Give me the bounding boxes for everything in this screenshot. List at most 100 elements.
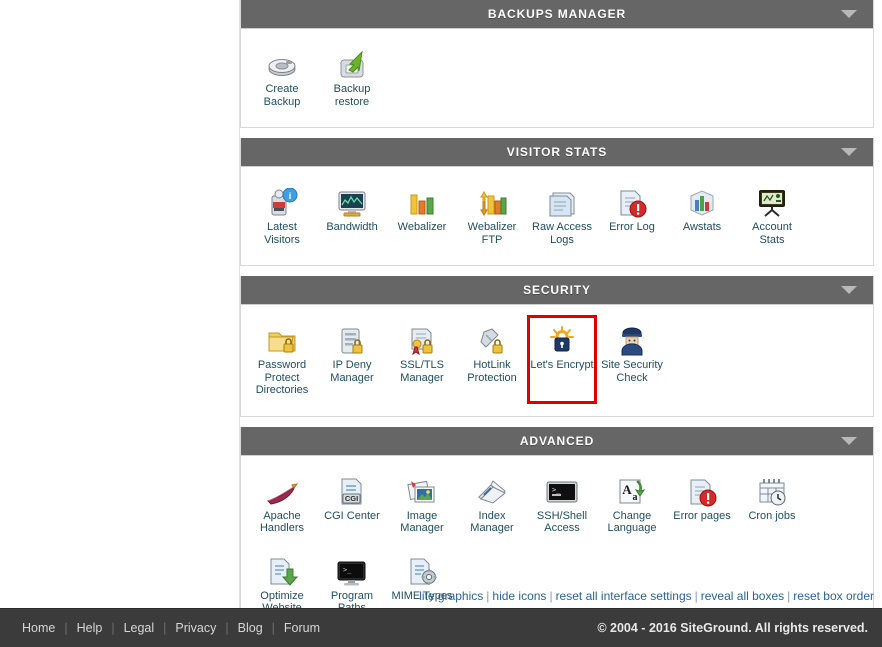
section-body: Create Backup Backup restore xyxy=(241,29,873,127)
server-lock-icon xyxy=(334,322,370,356)
panel-item-label: Let's Encrypt xyxy=(530,359,594,371)
open-book-icon xyxy=(474,473,510,507)
panel-item[interactable]: i Latest Visitors xyxy=(247,177,317,253)
footer-link[interactable]: Blog xyxy=(238,621,263,635)
panel-item-label: Error Log xyxy=(609,221,655,233)
folder-lock-icon xyxy=(264,322,300,356)
footer-link[interactable]: Help xyxy=(77,621,103,635)
panel-item[interactable]: Index Manager xyxy=(457,466,527,542)
control-panel-page: BACKUPS MANAGER Create Backup Backup res… xyxy=(0,0,882,635)
svg-text:i: i xyxy=(289,191,292,201)
padlock-sun-icon xyxy=(544,322,580,356)
panel-item[interactable]: Error pages xyxy=(667,466,737,542)
interface-link[interactable]: reset all interface settings xyxy=(556,589,692,603)
bar-chart-transfer-icon xyxy=(474,184,510,218)
panel-item[interactable]: Account Stats xyxy=(737,177,807,253)
panel-item[interactable]: Site Security Check xyxy=(597,315,667,404)
footer-link[interactable]: Privacy xyxy=(175,621,216,635)
panel-item[interactable]: SSL/TLS Manager xyxy=(387,315,457,404)
panel-item[interactable]: Image Manager xyxy=(387,466,457,542)
panel-item[interactable]: Bandwidth xyxy=(317,177,387,253)
section-header[interactable]: SECURITY xyxy=(241,276,873,305)
panel-item[interactable]: CGI CGI Center xyxy=(317,466,387,542)
panel-item-label: Image Manager xyxy=(400,509,444,535)
interface-link[interactable]: hide icons xyxy=(492,589,546,603)
footer-separator: | xyxy=(111,621,115,635)
panel-item-label: Change Language xyxy=(607,509,657,535)
panel-item-label: Backup restore xyxy=(333,83,371,108)
document-error-icon xyxy=(684,473,720,507)
interface-link[interactable]: reveal all boxes xyxy=(701,589,784,603)
panel-item[interactable]: Let's Encrypt xyxy=(527,315,597,404)
panel-item-label: Bandwidth xyxy=(326,221,378,233)
panel-item-label: Raw Access Logs xyxy=(532,221,592,246)
panel-item-label: Awstats xyxy=(682,221,722,233)
panel-item-label: CGI Center xyxy=(324,509,380,522)
interface-link[interactable]: reset box order xyxy=(793,589,874,603)
chevron-down-icon[interactable] xyxy=(841,10,857,18)
panel-item-label: Site Security Check xyxy=(601,359,663,384)
section-header[interactable]: VISITOR STATS xyxy=(241,138,873,167)
panel-item[interactable]: Webalizer xyxy=(387,177,457,253)
footer-link[interactable]: Legal xyxy=(124,621,155,635)
section-header[interactable]: ADVANCED xyxy=(241,426,873,456)
panel-item-label: Error pages xyxy=(673,509,731,522)
chevron-down-icon[interactable] xyxy=(841,148,857,156)
chevron-down-icon[interactable] xyxy=(841,436,857,445)
terminal-icon: >_ xyxy=(544,473,580,507)
panel-item[interactable]: A a Change Language xyxy=(597,466,667,542)
panel-item-label: Index Manager xyxy=(470,509,514,535)
footer-separator: | xyxy=(225,621,229,635)
panel-item[interactable]: >_ SSH/Shell Access xyxy=(527,466,597,542)
panel-item[interactable]: Backup restore xyxy=(317,39,387,115)
panel-item[interactable]: IP Deny Manager xyxy=(317,315,387,404)
panel-item-label: Account Stats xyxy=(752,221,792,246)
panel-item[interactable]: Raw Access Logs xyxy=(527,177,597,253)
footer-link[interactable]: Forum xyxy=(284,621,320,635)
presentation-board-icon xyxy=(754,184,790,218)
panel-item-label: Create Backup xyxy=(263,83,301,108)
section-title: BACKUPS MANAGER xyxy=(487,7,627,21)
police-officer-icon xyxy=(614,322,650,356)
bandwidth-monitor-icon xyxy=(334,184,370,218)
document-error-icon xyxy=(614,184,650,218)
footer-link[interactable]: Home xyxy=(22,621,55,635)
calendar-clock-icon xyxy=(754,473,790,507)
panel-item[interactable]: Password Protect Directories xyxy=(247,315,317,404)
panel-item-label: Latest Visitors xyxy=(264,221,300,246)
language-letters-icon: A a xyxy=(614,473,650,507)
section-header[interactable]: BACKUPS MANAGER xyxy=(241,0,873,29)
copyright-text: © 2004 - 2016 SiteGround. All rights res… xyxy=(597,621,868,635)
section-title: VISITOR STATS xyxy=(506,145,608,159)
section-title: ADVANCED xyxy=(519,433,595,448)
document-stack-icon xyxy=(544,184,580,218)
svg-text:CGI: CGI xyxy=(345,494,358,503)
section-body: i Latest Visitors Bandwidth Webalizer We… xyxy=(241,167,873,265)
link-separator: | xyxy=(787,589,791,603)
cube-chart-icon xyxy=(684,184,720,218)
section-body: Apache Handlers CGI CGI Center Image Man… xyxy=(241,455,873,634)
panel-item[interactable]: Webalizer FTP xyxy=(457,177,527,253)
panel-item[interactable]: HotLink Protection xyxy=(457,315,527,404)
document-gear-icon xyxy=(404,553,440,587)
svg-text:>_: >_ xyxy=(552,486,561,494)
footer-nav: Home | Help | Legal | Privacy | Blog | Forum xyxy=(22,621,320,635)
panel-item-label: Webalizer FTP xyxy=(467,221,517,246)
panel-item[interactable]: Awstats xyxy=(667,177,737,253)
left-gutter xyxy=(0,0,240,608)
document-download-icon xyxy=(264,553,300,587)
panel-item-label: Password Protect Directories xyxy=(255,359,309,396)
interface-link[interactable]: lite graphics xyxy=(419,589,483,603)
section-box: BACKUPS MANAGER Create Backup Backup res… xyxy=(240,0,874,128)
svg-text:a: a xyxy=(633,492,638,503)
panel-item[interactable]: Error Log xyxy=(597,177,667,253)
page-footer: Home | Help | Legal | Privacy | Blog | Forum © 200… xyxy=(0,608,882,647)
section-title: SECURITY xyxy=(523,283,591,297)
chevron-down-icon[interactable] xyxy=(841,286,857,294)
panel-item-label: Cron jobs xyxy=(748,509,796,522)
certificate-lock-icon xyxy=(404,322,440,356)
panel-item[interactable]: Apache Handlers xyxy=(247,466,317,542)
panel-item[interactable]: Create Backup xyxy=(247,39,317,115)
panel-item[interactable]: Cron jobs xyxy=(737,466,807,542)
restore-arrow-icon xyxy=(334,46,370,80)
